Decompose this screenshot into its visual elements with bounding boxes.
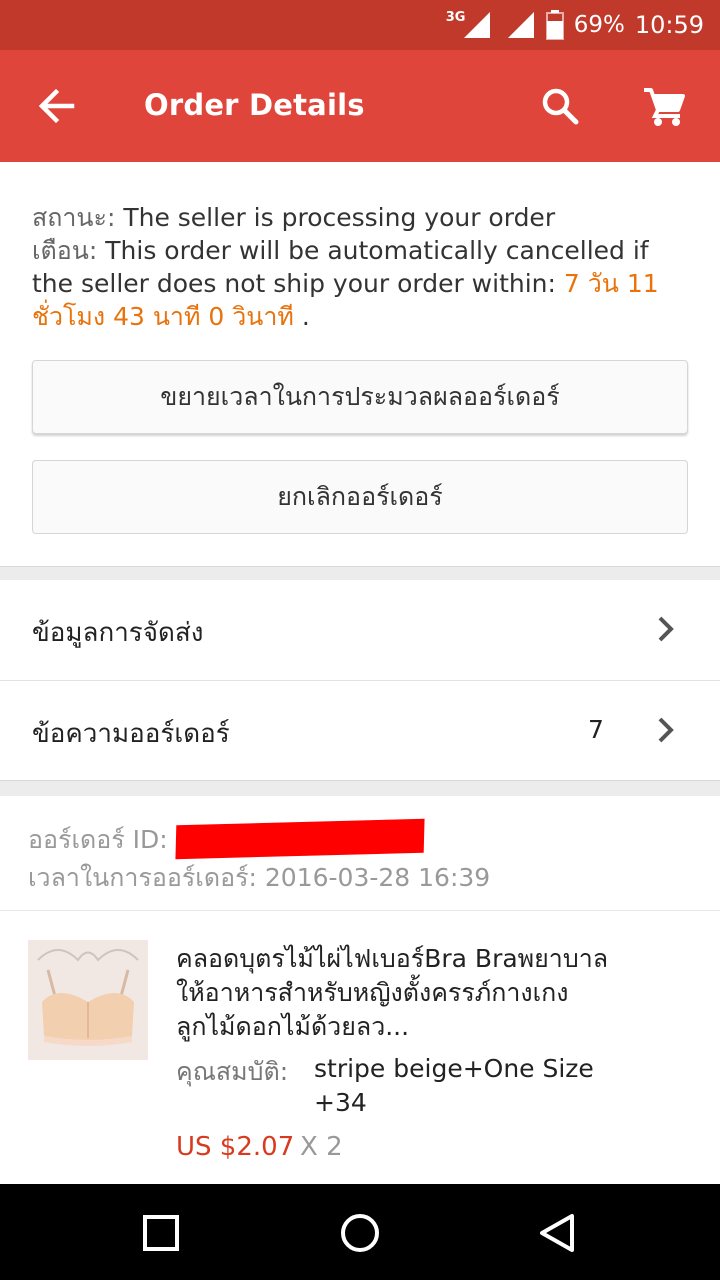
product-quantity: X 2 xyxy=(300,1132,343,1162)
order-time-label: เวลาในการออร์เดอร์: xyxy=(28,863,257,892)
order-time-value: 2016-03-28 16:39 xyxy=(264,863,491,892)
nav-back-icon[interactable] xyxy=(530,1206,584,1260)
order-time: เวลาในการออร์เดอร์: 2016-03-28 16:39 xyxy=(28,858,490,898)
product-name[interactable]: คลอดบุตรไม้ไผ่ไฟเบอร์Bra Braพยาบาลให้อาห… xyxy=(176,942,616,1044)
battery-icon xyxy=(545,10,564,40)
order-info-card: ข้อมูลการจัดส่ง ข้อความออร์เดอร์ 7 xyxy=(0,580,720,781)
product-price: US $2.07 xyxy=(176,1132,295,1162)
order-item-card: ออร์เดอร์ ID: 7 เวลาในการออร์เดอร์: 2016… xyxy=(0,796,720,1184)
search-icon[interactable] xyxy=(534,80,586,132)
cancel-order-button[interactable]: ยกเลิกออร์เดอร์ xyxy=(32,460,688,534)
mobile-signal-icon: 3G xyxy=(446,10,492,40)
message-count: 7 xyxy=(588,715,604,744)
order-status-card: สถานะ: The seller is processing your ord… xyxy=(0,162,720,567)
shipping-info-row[interactable]: ข้อมูลการจัดส่ง xyxy=(0,580,720,681)
countdown-suffix: . xyxy=(301,302,310,331)
order-messages-row[interactable]: ข้อความออร์เดอร์ 7 xyxy=(0,681,720,781)
status-text: The seller is processing your order xyxy=(123,203,556,232)
status-label: สถานะ: xyxy=(32,203,116,232)
warning-label: เตือน: xyxy=(32,236,98,265)
order-status: สถานะ: The seller is processing your ord… xyxy=(32,198,555,238)
order-messages-label: ข้อความออร์เดอร์ xyxy=(32,719,230,749)
cancel-warning: เตือน: This order will be automatically … xyxy=(32,234,692,333)
nav-recent-icon[interactable] xyxy=(134,1206,188,1260)
app-bar: Order Details xyxy=(0,50,720,162)
chevron-right-icon xyxy=(652,715,678,745)
arrow-back-icon[interactable] xyxy=(30,80,82,132)
order-id: ออร์เดอร์ ID: 7 xyxy=(28,820,192,860)
battery-percent: 69% xyxy=(573,12,625,38)
shipping-info-label: ข้อมูลการจัดส่ง xyxy=(32,618,204,648)
chevron-right-icon xyxy=(652,614,678,644)
warning-text: This order will be automatically cancell… xyxy=(32,236,649,298)
status-icons: 3G 69% 10:59 xyxy=(446,0,704,50)
redaction-mark xyxy=(175,818,425,860)
product-attr-value: stripe beige+One Size +34 xyxy=(314,1054,594,1117)
wifi-signal-icon xyxy=(502,10,536,40)
product-image[interactable] xyxy=(28,940,148,1060)
clock: 10:59 xyxy=(634,11,704,39)
status-bar: 3G 69% 10:59 xyxy=(0,0,720,50)
nav-home-icon[interactable] xyxy=(333,1206,387,1260)
product-attr-label: คุณสมบัติ: xyxy=(176,1057,289,1086)
system-nav-bar xyxy=(0,1184,720,1280)
divider xyxy=(0,910,720,911)
extend-processing-time-button[interactable]: ขยายเวลาในการประมวลผลออร์เดอร์ xyxy=(32,360,688,434)
page-title: Order Details xyxy=(144,88,365,122)
order-id-label: ออร์เดอร์ ID: xyxy=(28,825,168,854)
cart-icon[interactable] xyxy=(638,80,690,132)
